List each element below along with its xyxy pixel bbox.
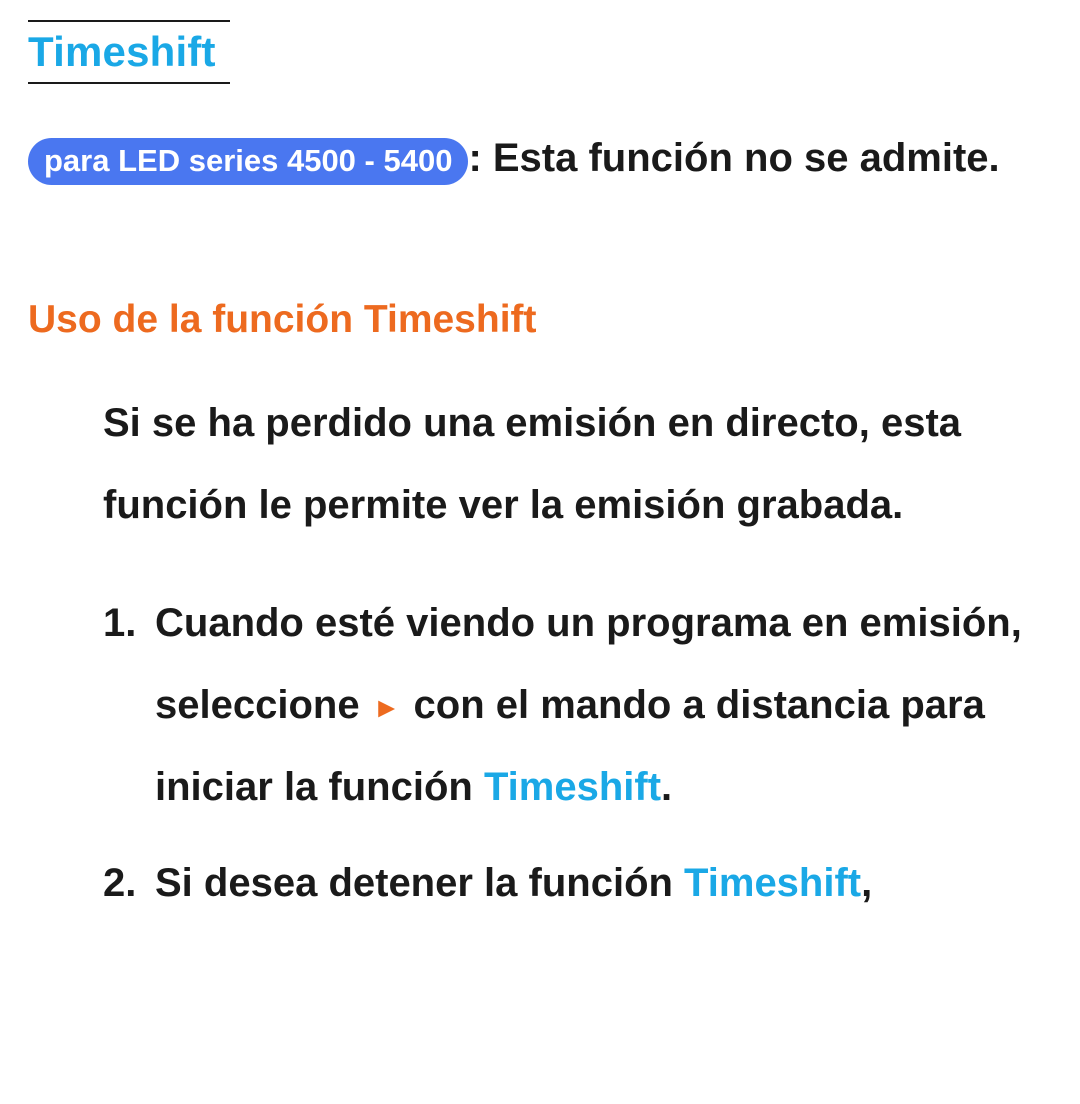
series-pill: para LED series 4500 - 5400 <box>28 138 468 185</box>
step-1-highlight: Timeshift <box>484 765 661 809</box>
note-text: : Esta función no se admite. <box>468 136 999 180</box>
step-2-text-c: , <box>861 861 872 905</box>
step-1: Cuando esté viendo un programa en emisió… <box>103 582 1052 828</box>
page-title: Timeshift <box>28 28 216 75</box>
step-2-text-a: Si desea detener la función <box>155 861 684 905</box>
document-page: Timeshift para LED series 4500 - 5400: E… <box>0 0 1080 1104</box>
section-subhead: Uso de la función Timeshift <box>28 298 1052 342</box>
step-2: Si desea detener la función Timeshift, <box>103 842 1052 924</box>
steps-list: Cuando esté viendo un programa en emisió… <box>28 582 1052 924</box>
title-rule-box: Timeshift <box>28 20 230 84</box>
play-icon: ► <box>371 679 403 736</box>
availability-note: para LED series 4500 - 5400: Esta funció… <box>28 118 1052 198</box>
section-intro: Si se ha perdido una emisión en directo,… <box>28 382 1052 546</box>
step-1-text-c: . <box>661 765 672 809</box>
step-2-highlight: Timeshift <box>684 861 861 905</box>
